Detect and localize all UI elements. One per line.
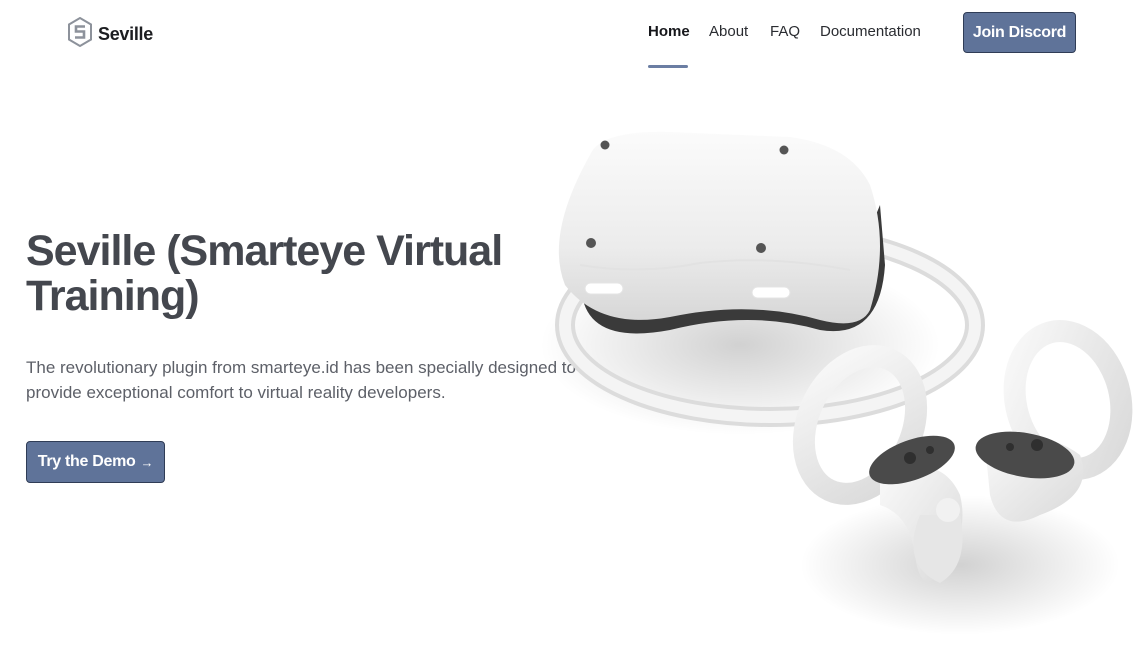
hero-title: Seville (Smarteye Virtual Training) [26, 227, 503, 320]
nav-about[interactable]: About [709, 23, 748, 40]
vr-headset-image [520, 95, 1147, 662]
arrow-right-icon: → [140, 454, 154, 470]
join-discord-button[interactable]: Join Discord [963, 12, 1076, 53]
try-demo-label: Try the Demo [37, 453, 136, 470]
try-demo-button[interactable]: Try the Demo → [26, 441, 165, 483]
active-nav-indicator [648, 65, 688, 68]
nav-documentation[interactable]: Documentation [820, 23, 921, 40]
hero-description: The revolutionary plugin from smarteye.i… [26, 358, 576, 402]
nav-home[interactable]: Home [648, 23, 690, 40]
nav-faq[interactable]: FAQ [770, 23, 800, 40]
